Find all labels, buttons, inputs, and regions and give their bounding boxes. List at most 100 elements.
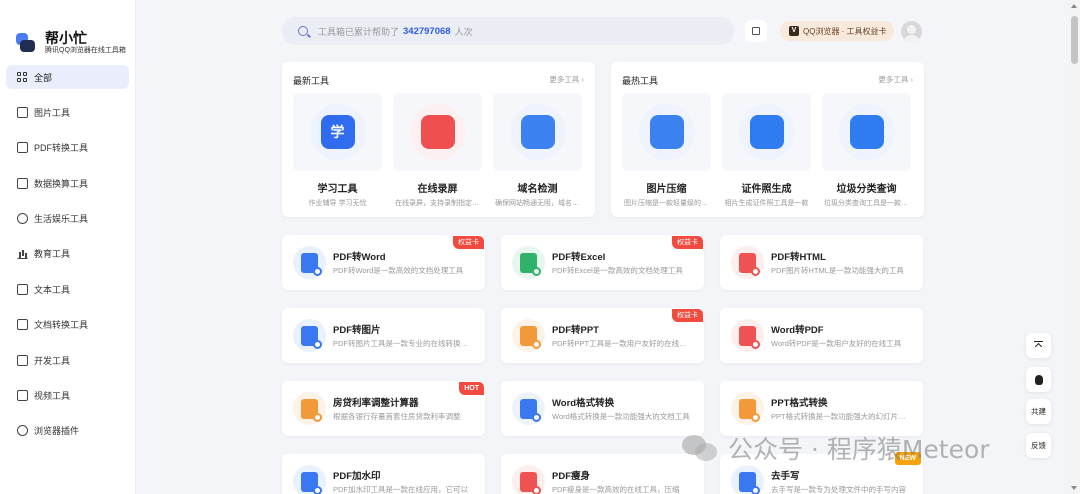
document-icon xyxy=(301,471,322,494)
scroll-down-icon[interactable] xyxy=(1071,486,1077,490)
latest-tool-item[interactable]: 域名检测 确保网站畅通无阻，域名检测 xyxy=(493,93,582,208)
document-icon xyxy=(739,471,760,494)
export-button[interactable] xyxy=(745,20,767,42)
tool-description: 相片生成证件照工具是一款 xyxy=(724,200,809,207)
tool-card[interactable]: PDF转Excel PDF转Excel是一款高效的文档处理工具 权益卡 xyxy=(501,235,704,290)
pdf-icon xyxy=(17,142,28,154)
brand-subtitle: 腾讯QQ浏览器在线工具箱 xyxy=(45,47,126,54)
tool-icon-circle xyxy=(512,392,545,425)
tool-card[interactable]: Word转PDF Word转PDF是一款用户友好的在线工具 xyxy=(720,308,923,363)
tool-name: 域名检测 xyxy=(517,184,558,195)
tool-name: Word格式转换 xyxy=(552,398,615,409)
qq-button[interactable] xyxy=(1026,367,1051,392)
tool-description: 在线录屏，支持录制指定窗口 xyxy=(395,200,482,207)
sidebar-item-1[interactable]: 图片工具 xyxy=(6,100,129,124)
feature-icon-tile: 学 xyxy=(293,93,382,171)
avatar[interactable] xyxy=(901,21,922,42)
tool-icon-circle xyxy=(731,465,764,494)
tool-description: PDF转PPT工具是一款用户友好的在线工具 xyxy=(552,339,694,348)
hottest-tool-item[interactable]: 图片压缩图片压缩是一款轻量级的在线工具 xyxy=(622,93,711,208)
grid-icon xyxy=(17,71,28,83)
sidebar-item-label: 生活娱乐工具 xyxy=(34,214,89,225)
tool-icon xyxy=(749,115,784,149)
sidebar-item-label: 文本工具 xyxy=(34,284,71,295)
tool-card[interactable]: PPT格式转换 PPT格式转换是一款功能强大的幻灯片工具 xyxy=(720,381,923,436)
tool-name: PDF转Word xyxy=(333,252,386,263)
latest-tool-item[interactable]: 学学习工具作业辅导 学习无忧 xyxy=(293,93,382,208)
tool-card[interactable]: 房贷利率调整计算器 根据各银行存量首套住房贷款利率调整 HOT xyxy=(282,381,485,436)
tool-icon xyxy=(849,115,884,149)
feature-icon-tile xyxy=(493,93,582,171)
sidebar-item-5[interactable]: 教育工具 xyxy=(6,242,129,266)
document-icon xyxy=(739,398,760,422)
document-icon xyxy=(301,325,322,349)
feature-icon-circle xyxy=(838,104,895,160)
sidebar-item-6[interactable]: 文本工具 xyxy=(6,277,129,301)
tool-icon-circle xyxy=(293,392,326,425)
hottest-tool-item[interactable]: 垃圾分类查询垃圾分类查询工具是一款在线工具 xyxy=(822,93,911,208)
scrollbar[interactable] xyxy=(1069,0,1080,494)
document-icon xyxy=(520,398,541,422)
search-bar[interactable]: 工具箱已累计帮助了 342797068 人次 xyxy=(282,17,734,45)
tool-icon-circle xyxy=(731,392,764,425)
hottest-more-link[interactable]: 更多工具 › xyxy=(878,74,913,85)
tool-name: Word转PDF xyxy=(771,325,824,336)
video-icon xyxy=(17,390,28,402)
tool-badge: 权益卡 xyxy=(672,309,703,322)
plugin-icon xyxy=(17,425,28,437)
sidebar-item-label: 教育工具 xyxy=(34,249,71,260)
tool-description: PDF转图片工具是一款专业的在线转换工具 xyxy=(333,339,475,348)
tool-card[interactable]: PDF转图片 PDF转图片工具是一款专业的在线转换工具 xyxy=(282,308,485,363)
sidebar-item-label: 图片工具 xyxy=(34,107,71,118)
tool-name: 学习工具 xyxy=(317,184,358,195)
tool-icon-circle xyxy=(293,246,326,279)
sidebar-item-label: 浏览器插件 xyxy=(34,426,80,437)
sidebar: 帮小忙 腾讯QQ浏览器在线工具箱 全部图片工具 PDF转换工具 数据换算工具生活娱乐… xyxy=(0,0,136,494)
tool-card[interactable]: PDF转PPT PDF转PPT工具是一款用户友好的在线工具 权益卡 xyxy=(501,308,704,363)
feedback-button[interactable]: 反馈 xyxy=(1026,433,1051,458)
tool-description: PDF转Excel是一款高效的文档处理工具 xyxy=(552,266,683,275)
sidebar-item-8[interactable]: 开发工具 xyxy=(6,348,129,372)
tool-card[interactable]: PDF加水印 PDF加水印工具是一款在线应用，它可以 xyxy=(282,454,485,494)
vip-card-button[interactable]: V QQ浏览器 · 工具权益卡 xyxy=(780,21,894,41)
feature-icon-circle: 学 xyxy=(309,104,366,160)
latest-tools-title: 最新工具 xyxy=(293,76,330,86)
search-suffix: 人次 xyxy=(454,26,473,37)
hottest-tool-item[interactable]: 证件照生成 相片生成证件照工具是一款 xyxy=(722,93,811,208)
tool-card[interactable]: Word格式转换 Word格式转换是一款功能强大的文档工具 xyxy=(501,381,704,436)
sidebar-item-4[interactable]: 生活娱乐工具 xyxy=(6,207,129,231)
scrollbar-thumb[interactable] xyxy=(1071,16,1078,64)
document-icon xyxy=(739,325,760,349)
tool-name: 去手写 xyxy=(771,471,800,482)
tool-card[interactable]: PDF转Word PDF转Word是一款高效的文档处理工具 权益卡 xyxy=(282,235,485,290)
brand[interactable]: 帮小忙 腾讯QQ浏览器在线工具箱 xyxy=(0,0,135,64)
watermark-text: 公众号 · 程序猿Meteor xyxy=(728,435,990,464)
tool-card[interactable]: PDF瘦身 PDF瘦身是一款高效的在线工具，压缩 xyxy=(501,454,704,494)
sidebar-item-3[interactable]: 数据换算工具 xyxy=(6,171,129,195)
share-button[interactable]: 共建 xyxy=(1026,399,1051,424)
latest-more-link[interactable]: 更多工具 › xyxy=(549,74,584,85)
wechat-logo-icon xyxy=(682,433,720,463)
tool-description: 垃圾分类查询工具是一款在线工具 xyxy=(824,200,911,207)
sidebar-item-10[interactable]: 浏览器插件 xyxy=(6,419,129,443)
hottest-tools-title: 最热工具 xyxy=(622,76,659,86)
sidebar-item-label: 开发工具 xyxy=(34,355,71,366)
tool-card[interactable]: PDF转HTML PDF图片转HTML是一款功能强大的工具 xyxy=(720,235,923,290)
sidebar-item-9[interactable]: 视频工具 xyxy=(6,384,129,408)
document-icon xyxy=(520,471,541,494)
sidebar-item-7[interactable]: 文档转换工具 xyxy=(6,313,129,337)
tool-name: 垃圾分类查询 xyxy=(836,184,897,195)
tool-description: 作业辅导 学习无忧 xyxy=(308,200,367,207)
scroll-up-icon[interactable] xyxy=(1071,4,1077,8)
tool-icon-circle xyxy=(293,465,326,494)
latest-tool-item[interactable]: 在线录屏 在线录屏，支持录制指定窗口 xyxy=(393,93,482,208)
brand-logo-icon xyxy=(16,33,36,53)
life-icon xyxy=(17,213,28,225)
tool-badge: 权益卡 xyxy=(672,236,703,249)
tool-name: PDF转Excel xyxy=(552,252,606,263)
sidebar-item-0[interactable]: 全部 xyxy=(6,65,129,89)
feature-icon-circle xyxy=(738,104,795,160)
back-to-top-button[interactable] xyxy=(1026,333,1051,358)
tool-name: PDF转HTML xyxy=(771,252,826,263)
sidebar-item-2[interactable]: PDF转换工具 xyxy=(6,136,129,160)
